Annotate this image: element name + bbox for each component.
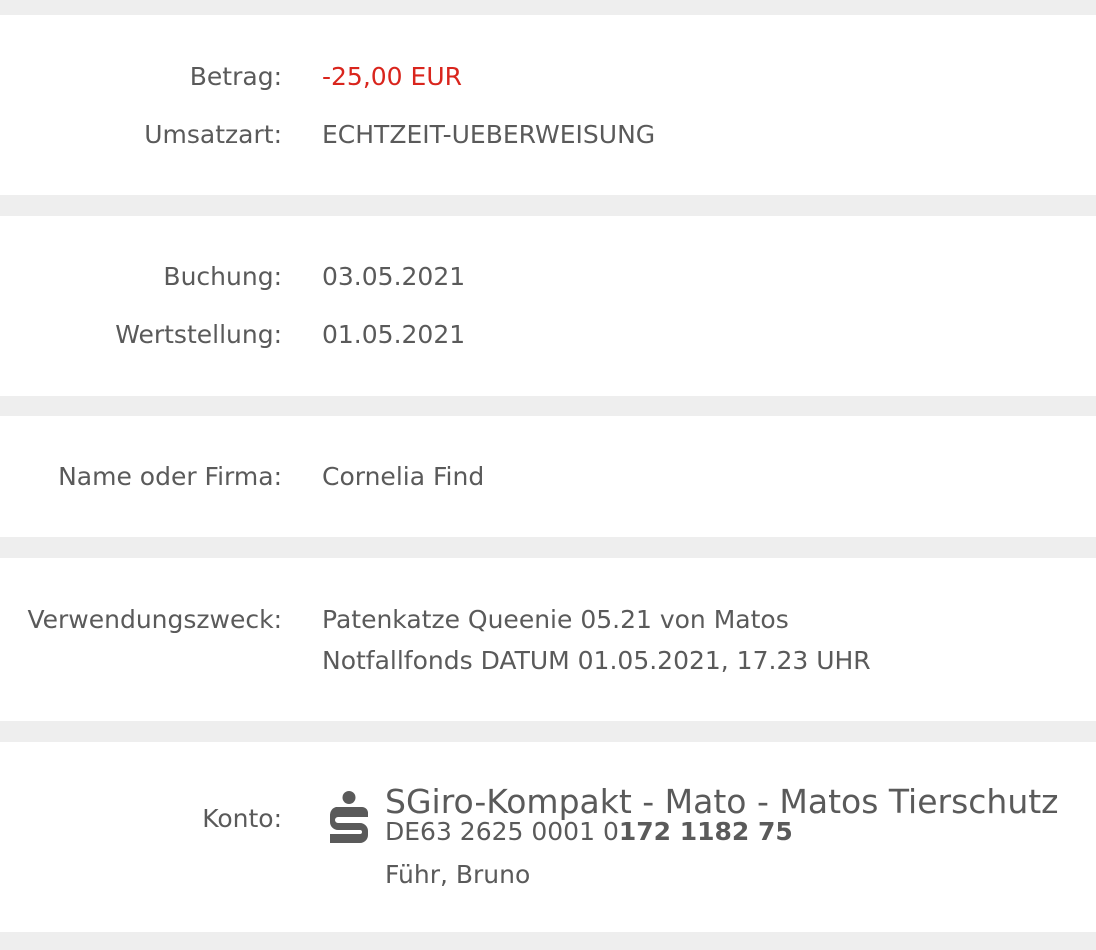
- purpose-label: Verwendungszweck:: [27, 605, 282, 634]
- betrag-label: Betrag:: [189, 62, 282, 91]
- betrag-value: -25,00 EUR: [322, 62, 463, 91]
- name-label: Name oder Firma:: [58, 462, 282, 491]
- account-iban-bold: 172 1182 75: [618, 817, 793, 846]
- purpose-section: [0, 558, 1096, 721]
- konto-label: Konto:: [202, 804, 282, 833]
- buchung-value: 03.05.2021: [322, 262, 466, 291]
- wertstellung-label: Wertstellung:: [115, 320, 282, 349]
- purpose-line-1: Patenkatze Queenie 05.21 von Matos: [322, 605, 789, 634]
- account-iban: DE63 2625 0001 0172 1182 75: [385, 817, 793, 847]
- account-iban-prefix: DE63 2625 0001 0: [385, 817, 619, 846]
- amount-section: [0, 15, 1096, 195]
- purpose-line-2: Notfallfonds DATUM 01.05.2021, 17.23 UHR: [322, 646, 871, 675]
- buchung-label: Buchung:: [163, 262, 282, 291]
- umsatzart-label: Umsatzart:: [144, 120, 282, 149]
- account-title: SGiro-Kompakt - Mato - Matos Tierschutz: [385, 782, 1059, 821]
- umsatzart-value: ECHTZEIT-UEBERWEISUNG: [322, 120, 656, 149]
- sparkasse-logo-icon: [329, 791, 368, 843]
- wertstellung-value: 01.05.2021: [322, 320, 466, 349]
- name-value: Cornelia Find: [322, 462, 485, 491]
- account-owner: Führ, Bruno: [385, 860, 531, 889]
- dates-section: [0, 216, 1096, 396]
